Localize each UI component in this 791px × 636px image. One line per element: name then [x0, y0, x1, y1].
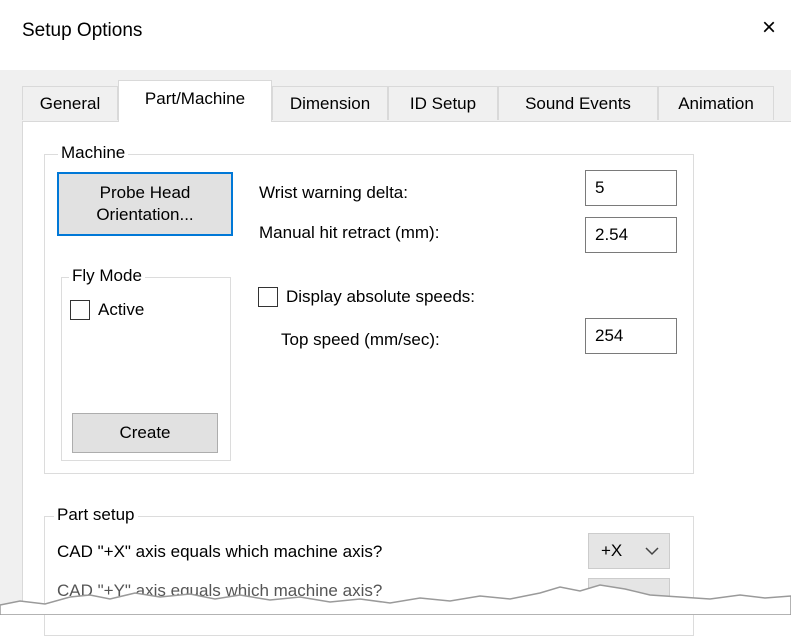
tab-bar: General Part/Machine Dimension ID Setup …	[22, 80, 791, 122]
tab-part-machine[interactable]: Part/Machine	[118, 80, 272, 122]
create-button[interactable]: Create	[72, 413, 218, 453]
probe-head-orientation-button[interactable]: Probe Head Orientation...	[57, 172, 233, 236]
display-speeds-checkbox[interactable]	[258, 287, 278, 307]
display-speeds-label: Display absolute speeds:	[286, 287, 476, 306]
fly-mode-active-checkbox[interactable]	[70, 300, 90, 320]
probe-button-line2: Orientation...	[96, 205, 194, 224]
fly-mode-legend: Fly Mode	[69, 266, 145, 286]
torn-edge	[0, 584, 791, 615]
tab-dimension[interactable]: Dimension	[272, 86, 388, 120]
tab-sound-events[interactable]: Sound Events	[498, 86, 658, 120]
part-setup-legend: Part setup	[54, 505, 138, 525]
x-axis-select-value: +X	[601, 541, 623, 560]
wrist-warning-label: Wrist warning delta:	[259, 183, 408, 202]
close-icon[interactable]: ×	[762, 16, 776, 40]
window-title: Setup Options	[22, 20, 143, 41]
top-speed-input[interactable]: 254	[585, 318, 677, 354]
tab-general[interactable]: General	[22, 86, 118, 120]
manual-hit-label: Manual hit retract (mm):	[259, 223, 440, 242]
machine-legend: Machine	[58, 143, 129, 163]
tab-animation[interactable]: Animation	[658, 86, 774, 120]
chevron-down-icon	[645, 547, 659, 556]
manual-hit-input[interactable]: 2.54	[585, 217, 677, 253]
fly-mode-active-label: Active	[98, 300, 145, 319]
x-axis-label: CAD "+X" axis equals which machine axis?	[57, 542, 383, 561]
top-speed-label: Top speed (mm/sec):	[281, 330, 440, 349]
probe-button-line1: Probe Head	[99, 183, 191, 202]
wrist-warning-input[interactable]: 5	[585, 170, 677, 206]
tab-id-setup[interactable]: ID Setup	[388, 86, 498, 120]
x-axis-select[interactable]: +X	[588, 533, 670, 569]
